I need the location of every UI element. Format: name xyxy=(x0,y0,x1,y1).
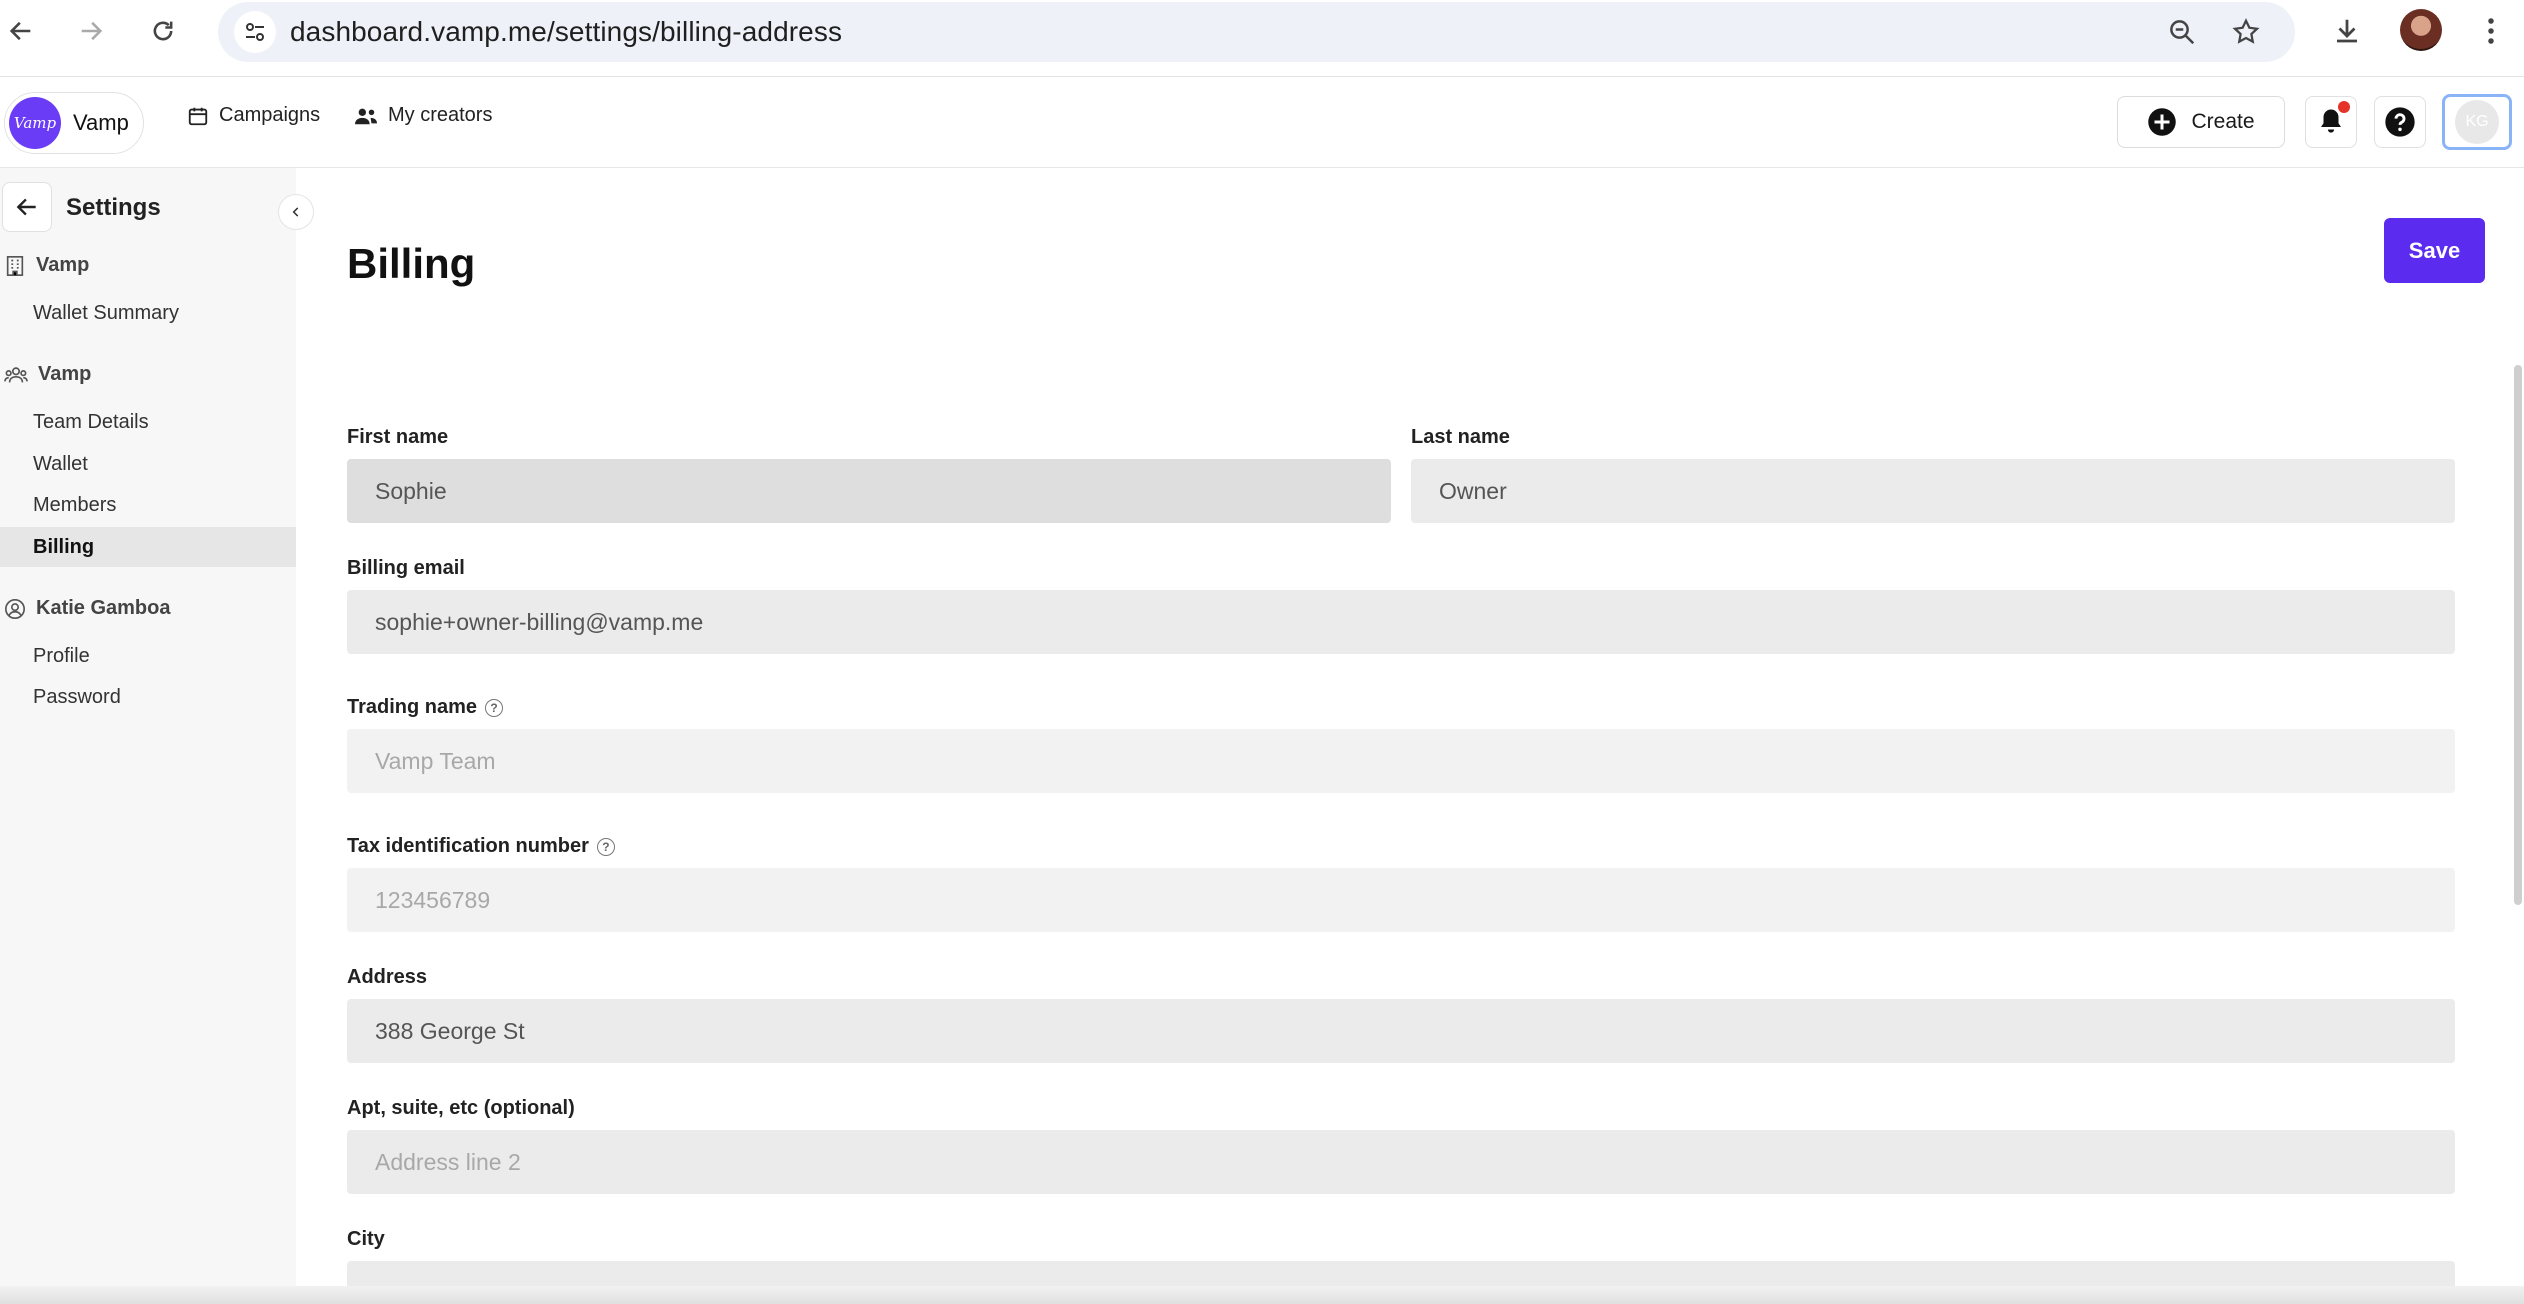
sidebar-item-members[interactable]: Members xyxy=(0,485,296,525)
trading-name-label-text: Trading name xyxy=(347,696,478,718)
save-button[interactable]: Save xyxy=(2384,218,2485,283)
help-button[interactable] xyxy=(2374,96,2426,148)
sidebar-group-organization: Vamp xyxy=(4,254,89,277)
sidebar-group-label: Katie Gamboa xyxy=(36,597,171,619)
sidebar-item-profile[interactable]: Profile xyxy=(0,636,296,676)
address-field[interactable]: 388 George St xyxy=(347,999,2455,1063)
window-bottom-edge xyxy=(0,1286,2524,1304)
calendar-icon xyxy=(188,107,208,125)
sidebar-title: Settings xyxy=(66,194,161,221)
reload-icon[interactable] xyxy=(142,10,184,52)
tax-id-label-text: Tax identification number xyxy=(347,835,589,857)
vamp-logo: Vamp xyxy=(9,97,61,149)
billing-email-field[interactable]: sophie+owner-billing@vamp.me xyxy=(347,590,2455,654)
app-header: Vamp Vamp Campaigns My creators Create xyxy=(0,78,2524,168)
download-icon[interactable] xyxy=(2326,10,2368,52)
brand-name: Vamp xyxy=(73,110,129,135)
notifications-button[interactable] xyxy=(2305,96,2357,148)
apt-label: Apt, suite, etc (optional) xyxy=(347,1097,575,1119)
settings-sidebar: Settings Vamp Wallet Summary Vamp Team D… xyxy=(0,168,296,1304)
address-bar[interactable]: dashboard.vamp.me/settings/billing-addre… xyxy=(218,2,2295,62)
sidebar-group-label: Vamp xyxy=(38,363,92,385)
help-icon[interactable]: ? xyxy=(485,698,504,717)
first-name-field[interactable]: Sophie xyxy=(347,459,1391,523)
back-arrow-icon[interactable] xyxy=(0,10,42,52)
create-button-label: Create xyxy=(2191,110,2255,133)
notification-badge xyxy=(2338,101,2350,113)
collapse-sidebar-button[interactable] xyxy=(278,194,314,230)
sidebar-item-password[interactable]: Password xyxy=(0,677,296,717)
nav-my-creators[interactable]: My creators xyxy=(354,104,492,127)
tax-id-label: Tax identification number ? xyxy=(347,835,615,858)
forward-arrow-icon[interactable] xyxy=(70,10,112,52)
sidebar-item-wallet[interactable]: Wallet xyxy=(0,444,296,484)
sidebar-item-billing[interactable]: Billing xyxy=(0,527,296,567)
tax-id-field[interactable]: 123456789 xyxy=(347,868,2455,932)
browser-toolbar: dashboard.vamp.me/settings/billing-addre… xyxy=(0,0,2524,77)
last-name-field[interactable]: Owner xyxy=(1411,459,2455,523)
city-label: City xyxy=(347,1228,385,1250)
nav-campaigns[interactable]: Campaigns xyxy=(187,104,320,127)
user-circle-icon xyxy=(5,598,25,619)
back-button[interactable] xyxy=(2,182,52,232)
create-button[interactable]: Create xyxy=(2117,96,2285,148)
sidebar-group-user: Katie Gamboa xyxy=(4,597,170,620)
last-name-label: Last name xyxy=(1411,426,1510,448)
building-icon xyxy=(6,255,24,276)
url-text[interactable]: dashboard.vamp.me/settings/billing-addre… xyxy=(290,16,842,48)
brand-switcher[interactable]: Vamp Vamp xyxy=(4,92,144,154)
user-avatar-button[interactable]: KG xyxy=(2442,94,2512,150)
plus-circle-icon xyxy=(2148,108,2177,136)
help-icon[interactable]: ? xyxy=(596,837,615,856)
browser-profile-avatar[interactable] xyxy=(2400,9,2442,51)
team-icon xyxy=(4,366,28,382)
sidebar-item-wallet-summary[interactable]: Wallet Summary xyxy=(0,293,296,333)
billing-email-label: Billing email xyxy=(347,557,465,579)
arrow-left-icon xyxy=(16,198,36,216)
sidebar-group-team: Vamp xyxy=(4,363,91,386)
chevron-left-icon xyxy=(292,207,299,217)
users-icon xyxy=(355,108,377,124)
avatar: KG xyxy=(2455,100,2499,144)
page-title: Billing xyxy=(347,240,476,287)
site-settings-icon[interactable] xyxy=(234,11,276,53)
bookmark-star-icon[interactable] xyxy=(2228,14,2264,50)
sidebar-item-team-details[interactable]: Team Details xyxy=(0,402,296,442)
trading-name-label: Trading name ? xyxy=(347,696,504,719)
billing-form-panel: Billing Save First name Sophie Last name… xyxy=(296,168,2524,1304)
address-label: Address xyxy=(347,966,428,988)
kebab-menu-icon[interactable] xyxy=(2470,10,2512,52)
page-scrollbar[interactable] xyxy=(2514,365,2522,905)
sidebar-group-label: Vamp xyxy=(36,254,90,276)
trading-name-field[interactable]: Vamp Team xyxy=(347,729,2455,793)
question-circle-icon xyxy=(2385,107,2415,137)
first-name-label: First name xyxy=(347,426,449,448)
nav-my-creators-label: My creators xyxy=(388,104,493,126)
apt-field[interactable]: Address line 2 xyxy=(347,1130,2455,1194)
zoom-icon[interactable] xyxy=(2164,14,2200,50)
nav-campaigns-label: Campaigns xyxy=(219,104,321,126)
